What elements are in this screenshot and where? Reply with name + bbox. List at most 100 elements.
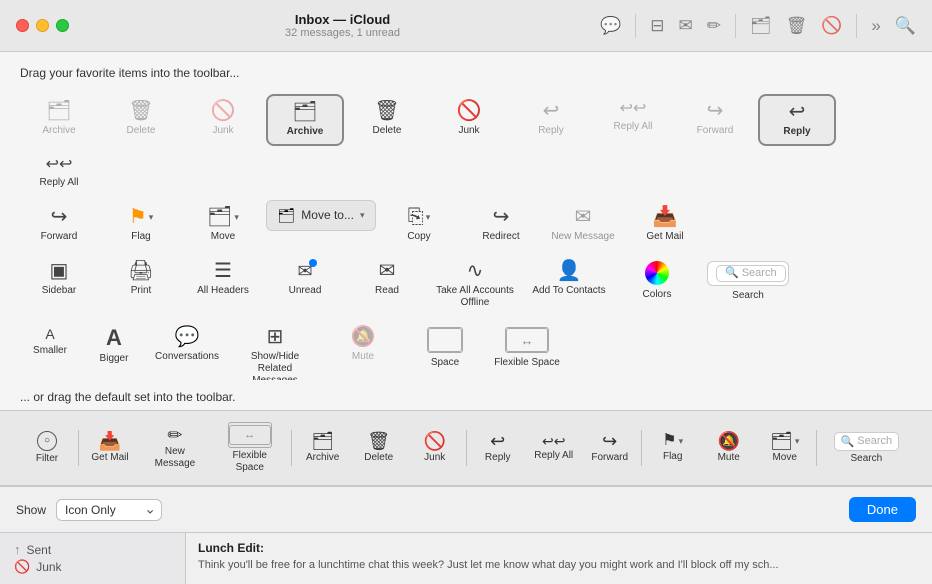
get-mail-item[interactable]: 📥 Get Mail bbox=[626, 200, 704, 250]
redirect-item[interactable]: ↪ Redirect bbox=[462, 200, 540, 250]
sidebar-item-sent[interactable]: ↑ Sent bbox=[14, 542, 171, 557]
traffic-lights bbox=[16, 19, 69, 32]
print-item[interactable]: 🖨 Print bbox=[102, 254, 180, 304]
reply-all-default[interactable]: ↩↩ Reply All bbox=[527, 429, 581, 467]
forward-d-icon: ↪ bbox=[602, 432, 617, 450]
space-item[interactable]: Space bbox=[406, 320, 484, 376]
show-select[interactable]: Icon Only Icon and Text Text Only bbox=[56, 499, 162, 521]
archive-item-bold[interactable]: 🗂 Archive bbox=[266, 94, 344, 146]
archive-default[interactable]: 🗂 Archive bbox=[296, 427, 350, 469]
junk-default[interactable]: 🚫 Junk bbox=[408, 427, 462, 469]
chevron-down-icon: ▾ bbox=[360, 210, 365, 221]
default-divider-1 bbox=[78, 430, 79, 466]
unread-item[interactable]: ✉ Unread bbox=[266, 254, 344, 304]
flag-default[interactable]: ⚑▾ Flag bbox=[646, 428, 700, 468]
customize-panel: Drag your favorite items into the toolba… bbox=[0, 52, 932, 486]
copy-item[interactable]: ⎘ ▾ Copy bbox=[380, 200, 458, 250]
reply-dim-item[interactable]: ↩ Reply bbox=[512, 94, 590, 144]
conversations-icon: 💬 bbox=[175, 327, 200, 347]
flexible-space-default[interactable]: ↔ Flexible Space bbox=[213, 417, 287, 479]
search-item[interactable]: 🔍Search Search bbox=[700, 254, 796, 309]
read-icon: ✉ bbox=[379, 261, 396, 281]
mute-default[interactable]: 🔕 Mute bbox=[702, 427, 756, 469]
forward-bold-item[interactable]: ↪ Forward bbox=[20, 200, 98, 250]
print-icon: 🖨 bbox=[128, 261, 153, 281]
get-mail-icon: 📥 bbox=[653, 207, 678, 227]
move-default[interactable]: 🗂▾ Move bbox=[758, 427, 812, 469]
add-contacts-icon: 👤 bbox=[557, 261, 582, 281]
more-icon[interactable]: » bbox=[871, 16, 880, 36]
move-item[interactable]: 🗂 ▾ Move bbox=[184, 200, 262, 250]
delete-icon[interactable]: 🗑 bbox=[786, 16, 808, 36]
flexible-space-item[interactable]: ↔ Flexible Space bbox=[488, 320, 566, 376]
take-all-accounts-icon: ∿ bbox=[467, 261, 484, 281]
reply-all-dim-item[interactable]: ↩↩ Reply All bbox=[594, 94, 672, 140]
toolbar-items-row-2: ↪ Forward ⚑ ▾ Flag 🗂 ▾ Move 🗂 Move to...… bbox=[20, 200, 912, 250]
titlebar-icons: 💬 ⊟ ✉ ✏ 🗂 🗑 🚫 » 🔍 bbox=[600, 14, 916, 38]
flag-item[interactable]: ⚑ ▾ Flag bbox=[102, 200, 180, 250]
delete-default[interactable]: 🗑 Delete bbox=[352, 427, 406, 469]
archive-item-dim[interactable]: 🗂 Archive bbox=[20, 94, 98, 144]
junk-dim-icon: 🚫 bbox=[211, 101, 236, 121]
window-title: Inbox — iCloud bbox=[295, 12, 390, 27]
flag-icon: ⚑ ▾ bbox=[129, 207, 153, 227]
conversations-item[interactable]: 💬 Conversations bbox=[148, 320, 226, 370]
junk-item-bold[interactable]: 🚫 Junk bbox=[430, 94, 508, 144]
new-message-item[interactable]: ✉ New Message bbox=[544, 200, 622, 250]
archive-bold-icon: 🗂 bbox=[292, 102, 317, 122]
show-label: Show bbox=[16, 503, 46, 517]
show-select-wrapper[interactable]: Icon Only Icon and Text Text Only bbox=[56, 499, 162, 521]
delete-item-dim[interactable]: 🗑 Delete bbox=[102, 94, 180, 144]
speech-bubble-icon[interactable]: 💬 bbox=[600, 16, 621, 36]
search-field-d[interactable]: 🔍Search bbox=[834, 432, 900, 451]
bigger-icon: A bbox=[106, 327, 122, 349]
new-message-icon: ✉ bbox=[575, 207, 592, 227]
delete-bold-icon: 🗑 bbox=[374, 101, 399, 121]
zoom-button[interactable] bbox=[56, 19, 69, 32]
compose-icon[interactable]: ✏ bbox=[707, 16, 721, 36]
archive-icon[interactable]: 🗂 bbox=[750, 16, 772, 36]
close-button[interactable] bbox=[16, 19, 29, 32]
new-message-d-icon: ✏ bbox=[167, 426, 182, 444]
sidebar-item-junk[interactable]: 🚫 Junk bbox=[14, 559, 171, 575]
show-bar: Show Icon Only Icon and Text Text Only D… bbox=[0, 486, 932, 532]
all-headers-item[interactable]: ☰ All Headers bbox=[184, 254, 262, 304]
flag-d-icon: ⚑▾ bbox=[662, 433, 683, 449]
forward-dim-item[interactable]: ↪ Forward bbox=[676, 94, 754, 144]
new-message-default[interactable]: ✏ New Message bbox=[139, 421, 211, 475]
forward-default[interactable]: ↪ Forward bbox=[583, 427, 637, 469]
redirect-icon: ↪ bbox=[493, 207, 510, 227]
read-item[interactable]: ✉ Read bbox=[348, 254, 426, 304]
add-contacts-item[interactable]: 👤 Add To Contacts bbox=[524, 254, 614, 304]
search-icon[interactable]: 🔍 bbox=[895, 16, 916, 36]
done-button[interactable]: Done bbox=[849, 497, 916, 522]
mute-d-icon: 🔕 bbox=[717, 432, 739, 450]
reply-bold-item[interactable]: ↩ Reply bbox=[758, 94, 836, 146]
move-to-item[interactable]: 🗂 Move to... ▾ bbox=[266, 200, 376, 231]
sidebar-item[interactable]: ▣ Sidebar bbox=[20, 254, 98, 304]
scan-icon[interactable]: ⊟ bbox=[650, 16, 664, 36]
mail-icon[interactable]: ✉ bbox=[679, 16, 693, 36]
show-hide-icon: ⊞ bbox=[267, 327, 284, 347]
default-divider-5 bbox=[816, 430, 817, 466]
delete-item-bold[interactable]: 🗑 Delete bbox=[348, 94, 426, 144]
bigger-item[interactable]: A Bigger bbox=[84, 320, 144, 372]
junk-icon[interactable]: 🚫 bbox=[821, 16, 842, 36]
colors-item[interactable]: Colors bbox=[618, 254, 696, 308]
show-hide-item[interactable]: ⊞ Show/Hide Related Messages bbox=[230, 320, 320, 380]
filter-default[interactable]: ○ Filter bbox=[20, 426, 74, 470]
reply-default[interactable]: ↩ Reply bbox=[471, 427, 525, 469]
junk-bold-icon: 🚫 bbox=[457, 101, 482, 121]
mute-item[interactable]: 🔕 Mute bbox=[324, 320, 402, 370]
search-default[interactable]: 🔍Search Search bbox=[821, 427, 912, 470]
toolbar-items-row-3: ▣ Sidebar 🖨 Print ☰ All Headers ✉ Unread… bbox=[20, 254, 912, 316]
junk-d-icon: 🚫 bbox=[423, 432, 445, 450]
flexible-space-icon: ↔ bbox=[505, 327, 549, 353]
get-mail-default[interactable]: 📥 Get Mail bbox=[83, 427, 137, 469]
email-preview-body: Think you'll be free for a lunchtime cha… bbox=[198, 558, 920, 573]
smaller-item[interactable]: A Smaller bbox=[20, 320, 80, 364]
take-all-accounts-item[interactable]: ∿ Take All Accounts Offline bbox=[430, 254, 520, 316]
reply-all-bold-item[interactable]: ↩↩ Reply All bbox=[20, 150, 98, 196]
minimize-button[interactable] bbox=[36, 19, 49, 32]
junk-item-dim[interactable]: 🚫 Junk bbox=[184, 94, 262, 144]
